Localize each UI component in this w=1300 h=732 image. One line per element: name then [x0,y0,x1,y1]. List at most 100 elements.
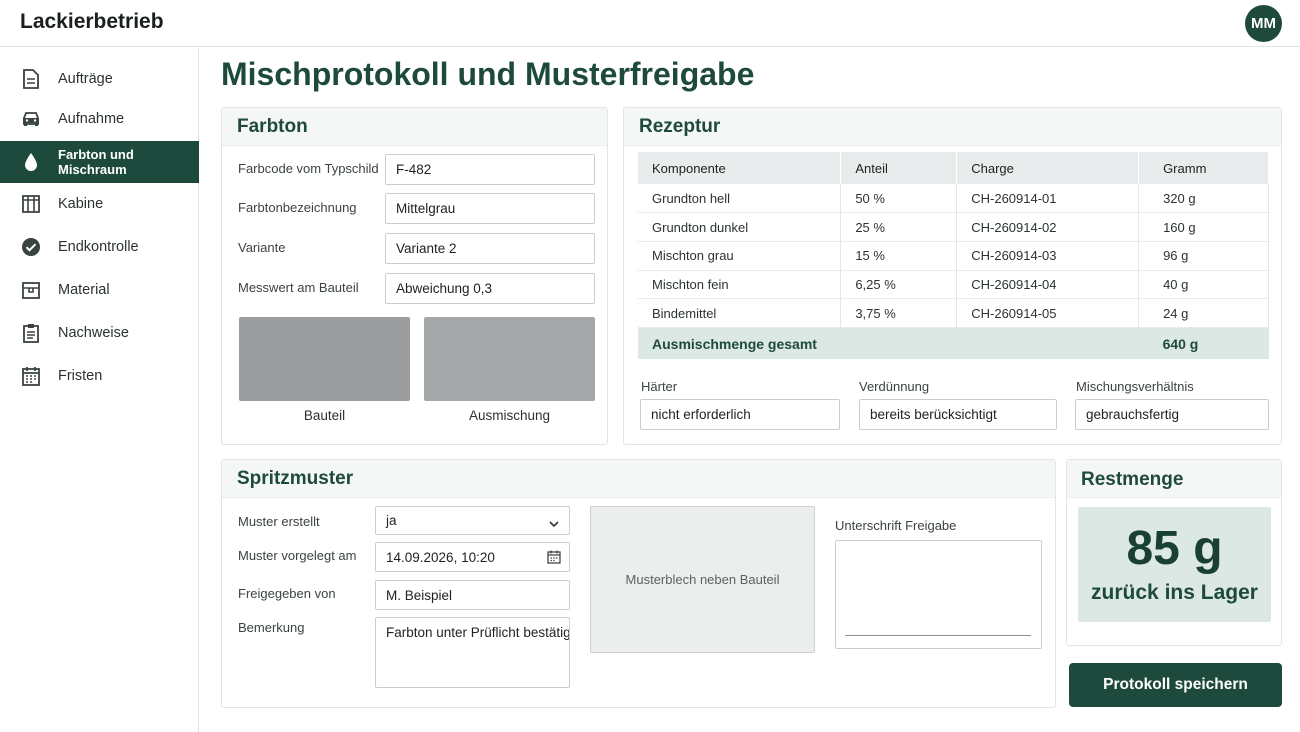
variante-input[interactable]: Variante 2 [385,233,595,264]
sidebar-item-kabine[interactable]: Kabine [0,183,199,225]
app-brand: Lackierbetrieb [20,10,164,33]
table-row[interactable]: Mischton grau 15 % CH-260914-03 96 g [638,241,1269,271]
messwert-input[interactable]: Abweichung 0,3 [385,273,595,304]
sidebar-item-auftraege[interactable]: Aufträge [0,58,199,100]
table-cell: CH-260914-03 [956,241,1140,271]
rezeptur-panel: Rezeptur Komponente Anteil Charge Gramm … [623,107,1282,445]
sidebar-item-label: Fristen [58,368,103,384]
sidebar-item-nachweise[interactable]: Nachweise [0,312,199,354]
table-cell: 25 % [840,212,958,242]
save-protocol-button[interactable]: Protokoll speichern [1069,663,1282,707]
check-circle-icon [20,236,42,258]
table-cell: 96 g [1138,241,1269,271]
table-cell: Bindemittel [638,298,842,328]
panel-header: Spritzmuster [222,460,1055,498]
restmenge-panel: Restmenge 85 g zurück ins Lager [1066,459,1282,646]
sidebar-item-fristen[interactable]: Fristen [0,355,199,397]
table-cell: 50 % [840,184,958,214]
box-icon [20,279,42,301]
haerter-input[interactable]: nicht erforderlich [640,399,840,430]
table-cell: CH-260914-01 [956,184,1140,214]
rezeptur-table: Komponente Anteil Charge Gramm Grundton … [638,152,1269,360]
field-label: Variante [238,240,286,255]
page-title: Mischprotokoll und Musterfreigabe [221,56,755,92]
panel-title: Restmenge [1081,469,1184,490]
field-label: Messwert am Bauteil [238,280,359,295]
sidebar-item-label: Kabine [58,196,104,212]
mischungsverhaeltnis-input[interactable]: gebrauchsfertig [1075,399,1269,430]
panel-header: Rezeptur [624,108,1281,146]
table-row[interactable]: Grundton hell 50 % CH-260914-01 320 g [638,184,1269,214]
verduennung-input[interactable]: bereits berücksichtigt [859,399,1057,430]
sidebar-item-farbton-und-mischraum[interactable]: Farbton und Mischraum [0,141,199,183]
paint-drop-icon [20,151,42,173]
field-label: Mischungsverhältnis [1076,379,1194,394]
calendar-icon [20,365,42,387]
restmenge-display: 85 g zurück ins Lager [1078,507,1271,622]
swatch-caption: Ausmischung [468,408,551,423]
table-cell: CH-260914-05 [956,298,1140,328]
sidebar-item-material[interactable]: Material [0,269,199,311]
vorgelegt-datetime-input[interactable]: 14.09.2026, 10:20 [375,542,570,572]
table-row[interactable]: Mischton fein 6,25 % CH-260914-04 40 g [638,270,1269,300]
panel-header: Restmenge [1067,460,1281,498]
farbcode-input[interactable]: F-482 [385,154,595,185]
table-cell: Grundton dunkel [638,212,842,242]
table-cell: 6,25 % [840,270,958,300]
table-cell: 24 g [1138,298,1269,328]
total-label: Ausmischmenge gesamt [638,327,1139,360]
calendar-icon[interactable] [547,550,561,567]
signature-label: Unterschrift Freigabe [835,518,957,533]
swatch-bauteil [239,317,410,401]
field-label: Freigegeben von [238,586,336,601]
table-cell: Grundton hell [638,184,842,214]
field-label: Bemerkung [238,620,305,635]
top-bar: Lackierbetrieb MM [0,0,1300,47]
clipboard-icon [20,322,42,344]
table-row[interactable]: Bindemittel 3,75 % CH-260914-05 24 g [638,298,1269,328]
signature-pad[interactable] [835,540,1042,649]
column-header: Anteil [840,152,958,184]
bemerkung-textarea[interactable]: Farbton unter Prüflicht bestätigt [375,617,570,688]
select-value: ja [386,513,397,528]
restmenge-subtitle: zurück ins Lager [1091,581,1258,604]
farbton-panel: Farbton Farbcode vom Typschild F-482 Far… [221,107,608,445]
sidebar-item-aufnahme[interactable]: Aufnahme [0,98,199,140]
table-header-row: Komponente Anteil Charge Gramm [638,152,1269,184]
table-cell: 160 g [1138,212,1269,242]
farbtonbezeichnung-input[interactable]: Mittelgrau [385,193,595,224]
table-cell: 3,75 % [840,298,958,328]
freigegeben-von-input[interactable]: M. Beispiel [375,580,570,610]
table-cell: Mischton fein [638,270,842,300]
table-cell: CH-260914-02 [956,212,1140,242]
field-label: Muster erstellt [238,514,320,529]
table-cell: Mischton grau [638,241,842,271]
sidebar-item-label: Material [58,282,110,298]
sidebar-item-endkontrolle[interactable]: Endkontrolle [0,226,199,268]
field-label: Farbcode vom Typschild [238,161,379,176]
field-label: Farbtonbezeichnung [238,200,357,215]
muster-erstellt-select[interactable]: ja [375,506,570,535]
table-cell: CH-260914-04 [956,270,1140,300]
table-row[interactable]: Grundton dunkel 25 % CH-260914-02 160 g [638,212,1269,242]
spritzmuster-panel: Spritzmuster Muster erstellt ja Muster v… [221,459,1056,708]
photo-upload-area[interactable]: Musterblech neben Bauteil [590,506,815,653]
user-avatar[interactable]: MM [1245,5,1282,42]
swatch-caption: Bauteil [303,408,346,423]
field-label: Verdünnung [859,379,930,394]
field-label: Härter [641,379,678,394]
panel-title: Spritzmuster [237,468,354,489]
panel-title: Farbton [237,116,308,137]
table-cell: 15 % [840,241,958,271]
signature-line [845,635,1031,636]
total-value: 640 g [1138,327,1269,360]
sidebar-item-label: Nachweise [58,325,129,341]
table-cell: 40 g [1138,270,1269,300]
table-total-row: Ausmischmenge gesamt 640 g [638,327,1269,360]
restmenge-value: 85 g [1126,522,1223,575]
column-header: Gramm [1138,152,1269,184]
input-value: 14.09.2026, 10:20 [386,549,495,565]
column-header: Charge [956,152,1140,184]
field-label: Muster vorgelegt am [238,548,357,563]
column-header: Komponente [638,152,842,184]
